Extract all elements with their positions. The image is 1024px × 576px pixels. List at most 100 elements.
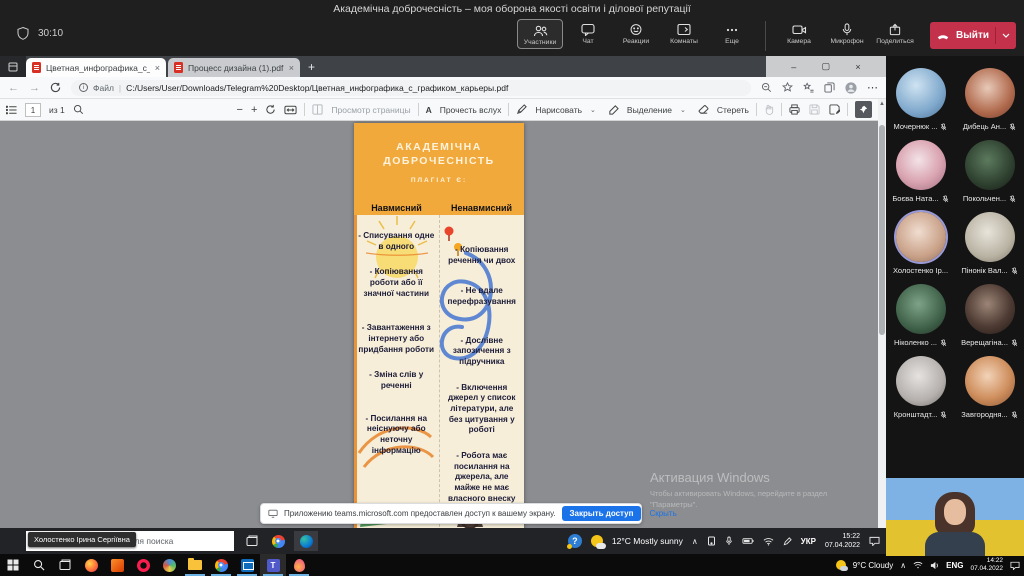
hide-banner-button[interactable]: Скрыть <box>649 509 676 518</box>
participant-tile[interactable]: Ніколенко ... <box>886 284 955 347</box>
window-maximize-button[interactable]: ▢ <box>822 61 831 72</box>
office-icon[interactable] <box>104 554 130 576</box>
weather-widget[interactable]: 12°C Mostly sunny <box>612 536 683 546</box>
browser-menu-icon[interactable]: ⋯ <box>867 81 878 94</box>
mic-tray-icon[interactable] <box>725 536 733 546</box>
browser-scrollbar[interactable]: ▲ <box>878 99 886 528</box>
tab-actions-button[interactable] <box>0 56 26 77</box>
task-view-button[interactable] <box>240 531 264 551</box>
favorites-list-icon[interactable] <box>803 82 814 93</box>
action-center-icon[interactable] <box>869 536 880 546</box>
more-button[interactable]: Еще <box>709 19 755 47</box>
forward-button[interactable]: → <box>29 82 40 94</box>
help-tray-icon[interactable]: ? <box>566 534 582 549</box>
zoom-in-button[interactable]: + <box>251 104 257 116</box>
window-close-button[interactable]: × <box>855 62 860 72</box>
mic-button[interactable]: Микрофон <box>824 19 870 47</box>
participant-tile[interactable]: Верещагіна... <box>955 284 1024 347</box>
device-tray-icon[interactable] <box>707 536 716 546</box>
paint3d-icon[interactable] <box>286 554 312 576</box>
erase-button[interactable]: Стереть <box>717 105 749 115</box>
action-center-icon[interactable] <box>1010 561 1020 570</box>
self-webcam-preview[interactable] <box>886 478 1024 556</box>
pen-tray-icon[interactable] <box>783 536 792 546</box>
page-info-icon[interactable]: i <box>79 83 88 92</box>
page-number-input[interactable]: 1 <box>25 102 41 117</box>
teams-icon[interactable]: T <box>260 554 286 576</box>
language-indicator[interactable]: УКР <box>801 537 816 546</box>
new-tab-button[interactable]: + <box>308 60 315 74</box>
window-minimize-button[interactable]: – <box>791 62 796 72</box>
url-field[interactable]: i Файл | C:/Users/User/Downloads/Telegra… <box>71 79 751 96</box>
collections-icon[interactable] <box>824 82 835 93</box>
save-icon[interactable] <box>809 104 820 115</box>
fit-width-icon[interactable] <box>284 105 297 115</box>
clock[interactable]: 14:22 07.04.2022 <box>970 557 1003 573</box>
favorites-add-icon[interactable] <box>782 82 793 93</box>
weather-widget[interactable]: 9°C Cloudy <box>853 561 894 570</box>
zoom-page-icon[interactable] <box>761 82 772 93</box>
firefox-icon[interactable] <box>78 554 104 576</box>
draw-chevron-icon[interactable]: ⌄ <box>590 106 596 114</box>
camera-button[interactable]: Камера <box>776 19 822 47</box>
save-as-icon[interactable] <box>829 104 840 115</box>
start-button[interactable] <box>0 554 26 576</box>
sound-tray-icon[interactable] <box>930 561 939 570</box>
chevron-down-icon[interactable] <box>1002 33 1010 38</box>
plagiarism-item: - Копіювання речення чи двох <box>448 245 516 265</box>
highlight-button[interactable]: Выделение <box>627 105 672 115</box>
participant-tile[interactable]: Покольчен... <box>955 140 1024 203</box>
page-view-button[interactable]: Просмотр страницы <box>331 105 410 115</box>
search-document-icon[interactable] <box>73 104 84 115</box>
task-view-button[interactable] <box>52 554 78 576</box>
stop-sharing-button[interactable]: Закрыть доступ <box>561 506 642 521</box>
highlight-chevron-icon[interactable]: ⌄ <box>680 106 686 114</box>
network-tray-icon[interactable] <box>913 561 923 569</box>
participant-tile-speaking[interactable]: Холостенко Ір... <box>886 212 955 275</box>
opera-icon[interactable] <box>130 554 156 576</box>
chat-button[interactable]: Чат <box>565 19 611 47</box>
reactions-button[interactable]: Реакции <box>613 19 659 47</box>
participants-button[interactable]: Участники <box>517 19 564 49</box>
chrome-icon[interactable] <box>208 554 234 576</box>
profile-avatar-icon[interactable] <box>845 81 857 94</box>
leave-button[interactable]: Выйти <box>930 22 1016 49</box>
edge-taskbar-icon[interactable] <box>294 531 318 551</box>
rotate-icon[interactable] <box>265 104 276 115</box>
battery-tray-icon[interactable] <box>742 537 754 545</box>
print-icon[interactable] <box>789 104 800 115</box>
participant-tile[interactable]: Дибець Ан... <box>955 68 1024 131</box>
zoom-out-button[interactable]: − <box>237 104 243 116</box>
chrome-taskbar-icon[interactable] <box>266 531 290 551</box>
wifi-tray-icon[interactable] <box>763 537 774 546</box>
tab-close-icon[interactable]: × <box>289 63 294 73</box>
read-aloud-button[interactable]: Прочесть вслух <box>440 105 502 115</box>
tray-expand-icon[interactable]: ∧ <box>900 561 906 570</box>
participant-tile[interactable]: Пінонік Вал... <box>955 212 1024 275</box>
mail-icon[interactable] <box>234 554 260 576</box>
tab-close-icon[interactable]: × <box>155 63 160 73</box>
language-indicator[interactable]: ENG <box>946 561 963 570</box>
pin-toolbar-button[interactable] <box>855 101 872 118</box>
share-button[interactable]: Поделиться <box>872 19 918 47</box>
participant-tile[interactable]: Кронштадт... <box>886 356 955 419</box>
contents-icon[interactable] <box>6 105 17 115</box>
tray-expand-icon[interactable]: ∧ <box>692 537 698 546</box>
rooms-button[interactable]: Комнаты <box>661 19 707 47</box>
tab-design-process[interactable]: Процесс дизайна (1).pdf × <box>168 58 300 77</box>
participant-tile[interactable]: Завгородня... <box>955 356 1024 419</box>
tab-infographic[interactable]: Цветная_инфографика_с_графи × <box>26 58 166 77</box>
taskbar-search-button[interactable] <box>26 554 52 576</box>
refresh-button[interactable] <box>50 82 61 93</box>
back-button[interactable]: ← <box>8 82 19 94</box>
scrollbar-thumb[interactable] <box>879 125 885 335</box>
clock[interactable]: 15:22 07.04.2022 <box>825 532 860 550</box>
draw-button[interactable]: Нарисовать <box>535 105 582 115</box>
participant-tile[interactable]: Боєва Ната... <box>886 140 955 203</box>
file-explorer-icon[interactable] <box>182 554 208 576</box>
pdf-viewer[interactable]: АКАДЕМІЧНА ДОБРОЧЕСНІСТЬ ПЛАГІАТ Є: Навм… <box>0 121 878 528</box>
photos-icon[interactable] <box>156 554 182 576</box>
participant-tile[interactable]: Мочернюк ... <box>886 68 955 131</box>
scrollbar-up-icon[interactable]: ▲ <box>878 101 886 107</box>
hand-tool-icon[interactable] <box>764 104 774 115</box>
